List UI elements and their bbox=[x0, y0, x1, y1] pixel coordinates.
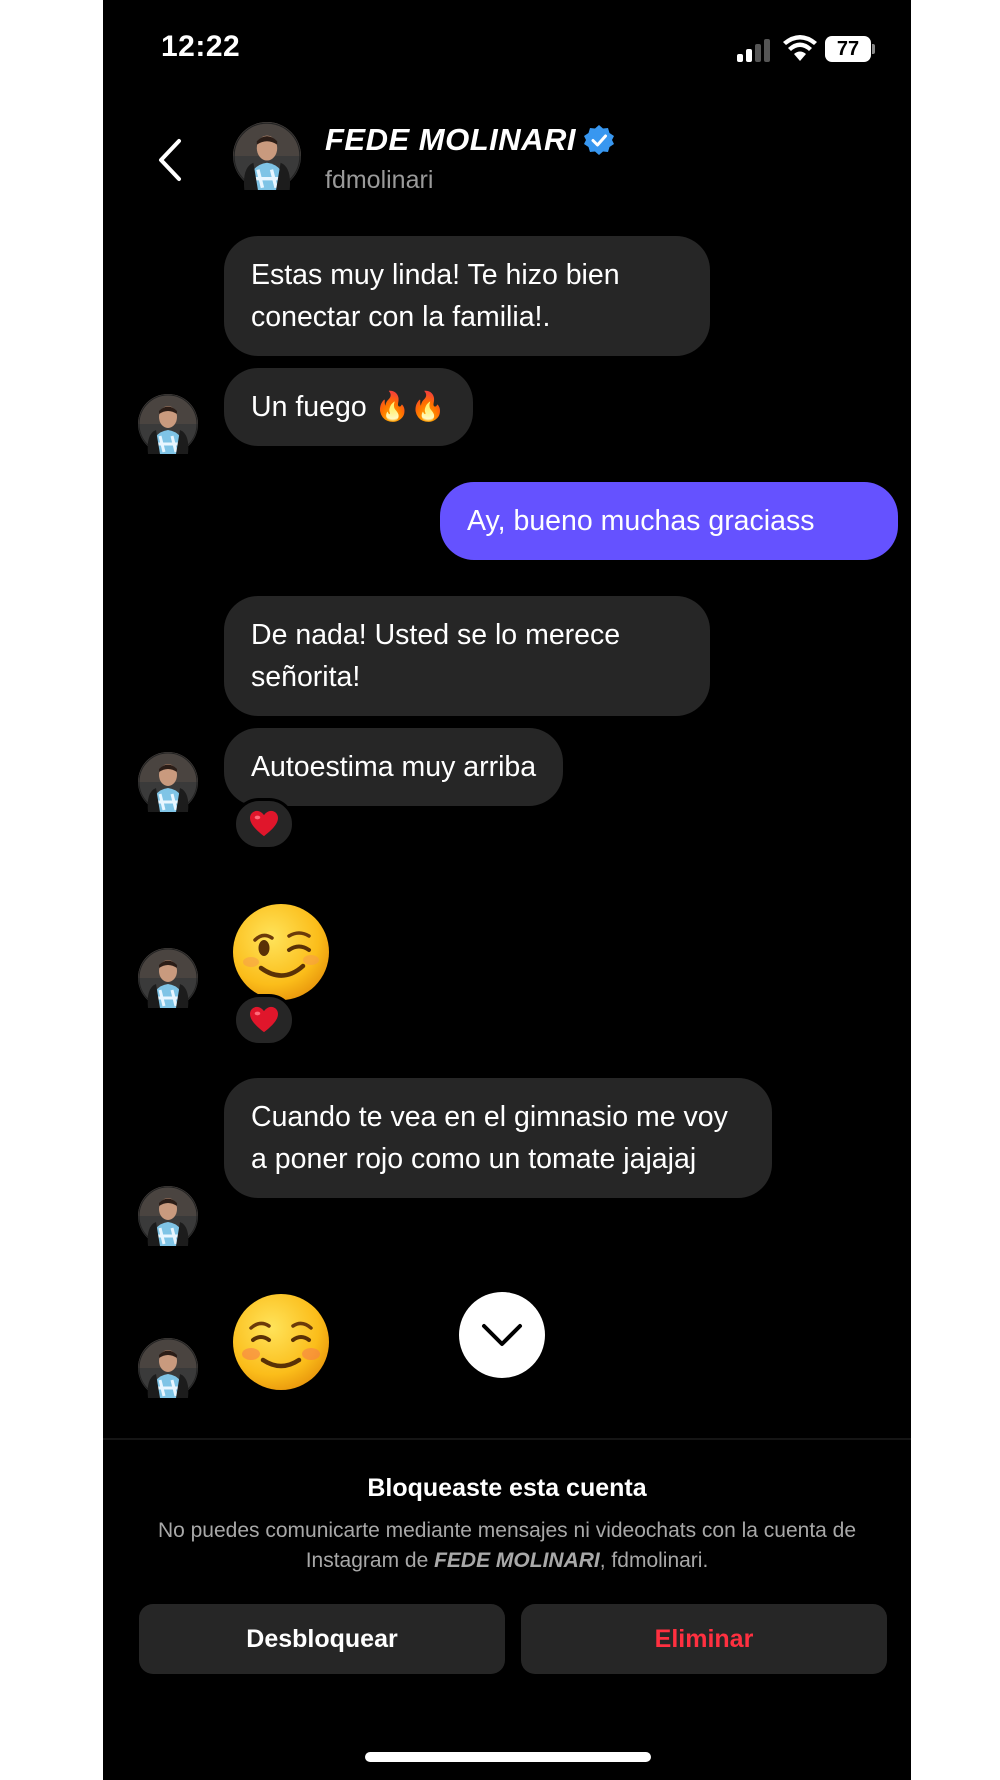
sender-avatar[interactable] bbox=[138, 394, 198, 454]
home-indicator[interactable] bbox=[365, 1752, 651, 1762]
my-message-bubble[interactable]: Ay, bueno muchas graciass bbox=[440, 482, 898, 560]
message-bubble[interactable]: Cuando te vea en el gimnasio me voy a po… bbox=[224, 1078, 772, 1198]
message-bubble[interactable]: Estas muy linda! Te hizo bien conectar c… bbox=[224, 236, 710, 356]
sender-avatar[interactable] bbox=[138, 752, 198, 812]
unblock-button[interactable]: Desbloquear bbox=[139, 1604, 505, 1674]
signal-icon bbox=[737, 38, 775, 62]
contact-name[interactable]: FEDE MOLINARI bbox=[325, 122, 576, 158]
header-avatar[interactable] bbox=[233, 122, 301, 190]
scroll-down-button[interactable] bbox=[459, 1292, 545, 1378]
blocked-title: Bloqueaste esta cuenta bbox=[367, 1474, 647, 1502]
heart-reaction-icon[interactable] bbox=[233, 798, 295, 850]
battery-level: 77 bbox=[825, 36, 871, 62]
sender-avatar[interactable] bbox=[138, 1338, 198, 1398]
status-time: 12:22 bbox=[161, 30, 241, 63]
winking-face-icon[interactable] bbox=[231, 902, 331, 1002]
message-bubble[interactable]: Un fuego 🔥🔥 bbox=[224, 368, 473, 446]
heart-reaction-icon[interactable] bbox=[233, 994, 295, 1046]
phone-screen: 12:22 77 FEDE MOLINARI fdmolinari Estas … bbox=[103, 0, 911, 1780]
delete-button[interactable]: Eliminar bbox=[521, 1604, 887, 1674]
blocked-description: No puedes comunicarte mediante mensajes … bbox=[157, 1519, 857, 1572]
contact-handle: fdmolinari bbox=[325, 166, 434, 194]
message-bubble[interactable]: Autoestima muy arriba bbox=[224, 728, 564, 806]
battery-icon: 77 bbox=[825, 36, 875, 62]
chevron-left-icon[interactable] bbox=[153, 135, 187, 185]
sender-avatar[interactable] bbox=[138, 1186, 198, 1246]
sender-avatar[interactable] bbox=[138, 948, 198, 1008]
message-bubble[interactable]: De nada! Usted se lo merece señorita! bbox=[224, 596, 710, 716]
footer-divider bbox=[103, 1438, 911, 1440]
verified-badge-icon bbox=[584, 125, 614, 155]
chevron-down-icon bbox=[482, 1324, 522, 1346]
wifi-icon bbox=[783, 35, 817, 61]
smiling-face-icon[interactable] bbox=[231, 1292, 331, 1392]
